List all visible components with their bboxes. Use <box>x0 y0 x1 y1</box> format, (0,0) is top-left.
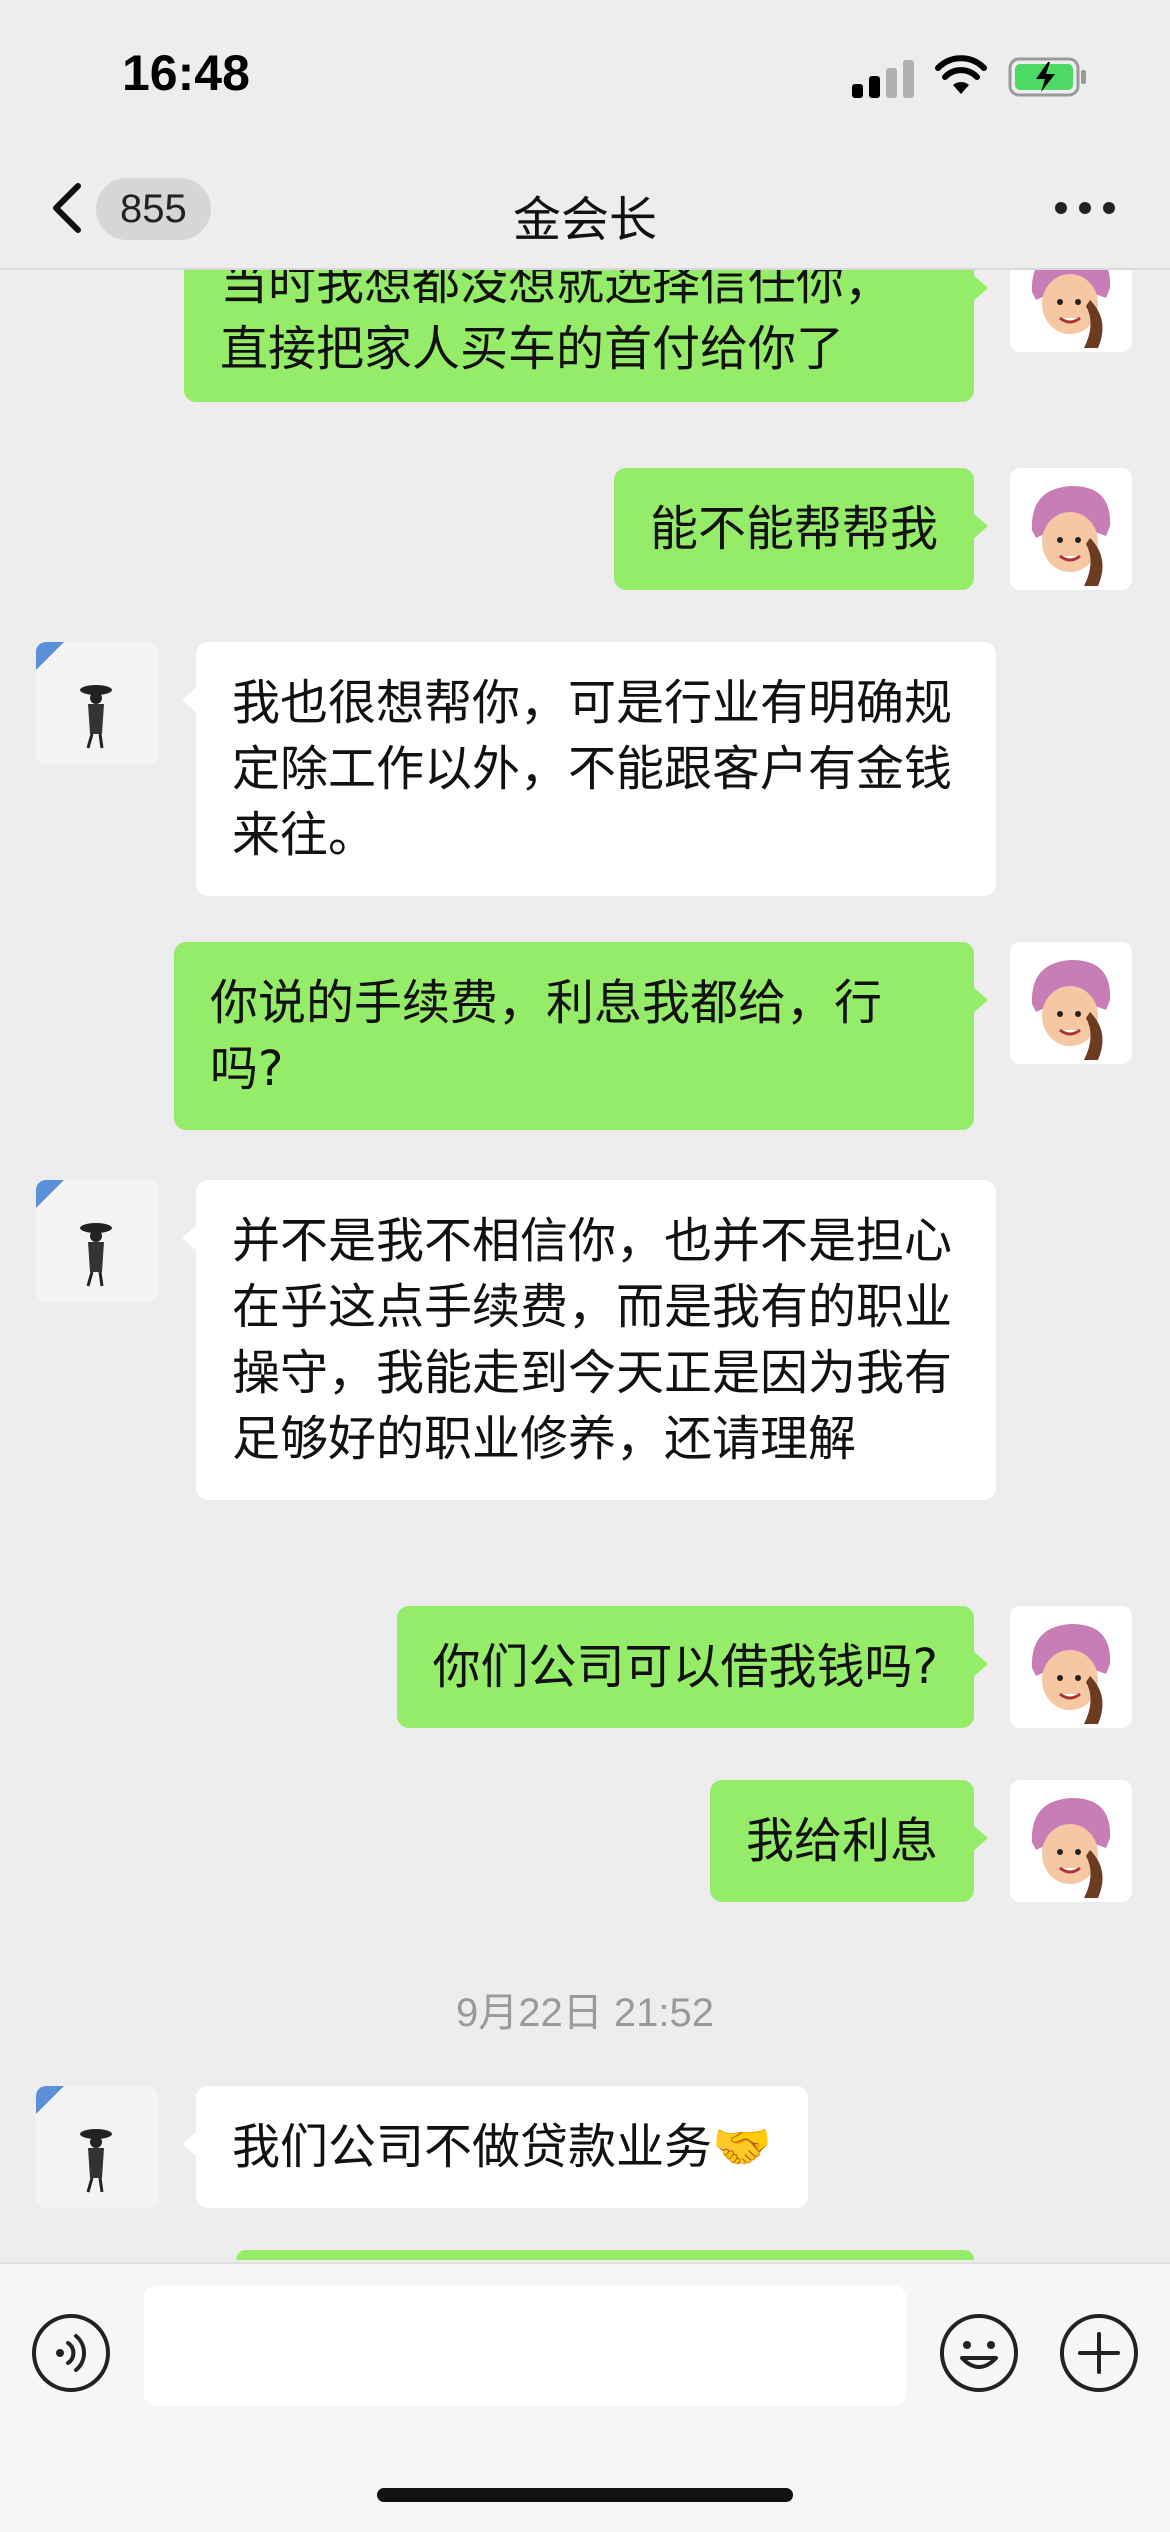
memoji-avatar-icon <box>1031 270 1111 348</box>
status-bar: 16:48 <box>0 0 1170 150</box>
cellular-signal-icon <box>852 58 914 98</box>
sent-message-bubble[interactable]: 你说的手续费，利息我都给，行吗? <box>174 942 988 1130</box>
user-avatar[interactable] <box>1010 1606 1132 1728</box>
wifi-icon <box>935 55 987 94</box>
received-message-bubble[interactable]: 我也很想帮你，可是行业有明确规定除工作以外，不能跟客户有金钱来往。 <box>182 642 996 896</box>
sent-message-bubble[interactable]: 当时我想都没想就选择信任你，直接把家人买车的首付给你了 <box>184 270 988 402</box>
contact-avatar[interactable] <box>36 1180 158 1302</box>
contact-avatar[interactable] <box>36 2086 158 2208</box>
more-functions-plus-icon[interactable] <box>1058 2312 1140 2394</box>
ink-figure-avatar-icon <box>36 1180 112 1287</box>
sent-message-bubble[interactable]: 我给利息 <box>709 1780 989 1902</box>
memoji-avatar-icon <box>1031 486 1111 586</box>
memoji-avatar-icon <box>1031 960 1111 1060</box>
contact-avatar[interactable] <box>36 642 158 764</box>
voice-input-icon[interactable] <box>30 2312 112 2394</box>
status-time: 16:48 <box>122 45 250 101</box>
memoji-avatar-icon <box>1031 1798 1111 1898</box>
user-avatar[interactable] <box>1010 468 1132 590</box>
emoji-icon[interactable] <box>938 2312 1020 2394</box>
chat-header: 855 金会长 <box>0 150 1170 270</box>
user-avatar[interactable] <box>1010 1780 1132 1902</box>
user-avatar[interactable] <box>1010 270 1132 352</box>
received-message-bubble[interactable]: 我们公司不做贷款业务🤝 <box>182 2086 808 2208</box>
more-options-icon[interactable] <box>1055 202 1115 218</box>
user-avatar[interactable] <box>1010 942 1132 1064</box>
sent-message-bubble[interactable]: 能不能帮帮我 <box>613 468 989 590</box>
message-list[interactable]: 当时我想都没想就选择信任你，直接把家人买车的首付给你了 能不能帮帮我 我也很想帮… <box>0 270 1170 2260</box>
input-toolbar <box>0 2262 1170 2532</box>
battery-charging-icon <box>1008 57 1086 97</box>
received-message-bubble[interactable]: 并不是我不相信你，也并不是担心在乎这点手续费，而是我有的职业操守，我能走到今天正… <box>182 1180 996 1500</box>
ink-figure-avatar-icon <box>36 642 112 749</box>
memoji-avatar-icon <box>1031 1624 1111 1724</box>
message-input[interactable] <box>144 2286 906 2406</box>
chat-title: 金会长 <box>512 192 657 248</box>
ink-figure-avatar-icon <box>36 2086 112 2193</box>
sent-message-bubble[interactable]: 你们公司可以借我钱吗? <box>396 1606 989 1728</box>
home-indicator <box>377 2488 793 2502</box>
message-timestamp: 9月22日 21:52 <box>456 1991 714 2035</box>
partial-sent-message-bubble[interactable] <box>236 2250 974 2260</box>
